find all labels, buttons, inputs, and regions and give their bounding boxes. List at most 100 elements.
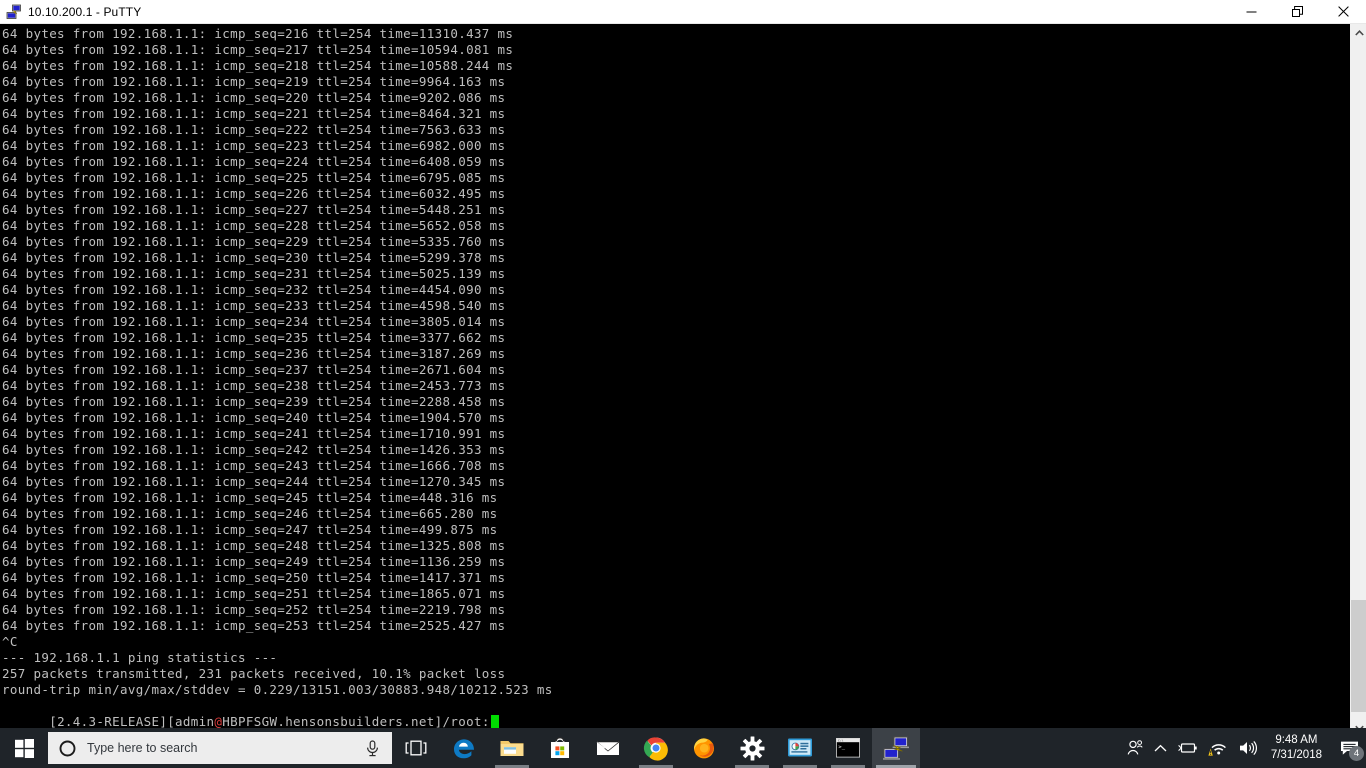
action-center-button[interactable]: 4 — [1332, 728, 1366, 768]
taskbar-item-microsoft-edge[interactable] — [440, 728, 488, 768]
start-button[interactable] — [0, 728, 48, 768]
terminal-line: 64 bytes from 192.168.1.1: icmp_seq=225 … — [2, 170, 506, 185]
terminal-line: 64 bytes from 192.168.1.1: icmp_seq=239 … — [2, 394, 506, 409]
mail-icon — [596, 741, 620, 755]
terminal-line: 64 bytes from 192.168.1.1: icmp_seq=240 … — [2, 410, 506, 425]
taskbar-item-microsoft-store[interactable] — [536, 728, 584, 768]
clock-time: 9:48 AM — [1275, 734, 1318, 746]
taskbar-clock[interactable]: 9:48 AM 7/31/2018 — [1263, 728, 1332, 768]
terminal-line: 64 bytes from 192.168.1.1: icmp_seq=247 … — [2, 522, 498, 537]
microsoft-store-icon — [551, 737, 569, 758]
prompt-prefix: [2.4.3-RELEASE][admin — [49, 714, 215, 729]
terminal-line: 64 bytes from 192.168.1.1: icmp_seq=237 … — [2, 362, 506, 377]
show-hidden-icons-button[interactable] — [1149, 728, 1173, 768]
terminal-line: 64 bytes from 192.168.1.1: icmp_seq=231 … — [2, 266, 506, 281]
taskbar-item-google-chrome[interactable] — [632, 728, 680, 768]
terminal-line: 64 bytes from 192.168.1.1: icmp_seq=217 … — [2, 42, 514, 57]
close-button[interactable] — [1320, 0, 1366, 24]
terminal-line: --- 192.168.1.1 ping statistics --- — [2, 650, 278, 665]
task-view-button[interactable] — [392, 728, 440, 768]
terminal-line: 64 bytes from 192.168.1.1: icmp_seq=248 … — [2, 538, 506, 553]
taskbar-item-mail[interactable] — [584, 728, 632, 768]
speaker-icon[interactable] — [1234, 728, 1263, 768]
terminal-line: 64 bytes from 192.168.1.1: icmp_seq=241 … — [2, 426, 506, 441]
terminal-line: 64 bytes from 192.168.1.1: icmp_seq=220 … — [2, 90, 506, 105]
microsoft-edge-icon — [454, 739, 474, 759]
taskbar-spacer — [920, 728, 1121, 768]
terminal-line: 64 bytes from 192.168.1.1: icmp_seq=224 … — [2, 154, 506, 169]
terminal-line: 64 bytes from 192.168.1.1: icmp_seq=216 … — [2, 26, 514, 41]
terminal-cursor — [490, 715, 499, 728]
terminal-line: 64 bytes from 192.168.1.1: icmp_seq=235 … — [2, 330, 506, 345]
terminal-line: 64 bytes from 192.168.1.1: icmp_seq=221 … — [2, 106, 506, 121]
window-title: 10.10.200.1 - PuTTY — [28, 4, 142, 19]
system-tray: 9:48 AM 7/31/2018 4 — [1121, 728, 1366, 768]
people-icon[interactable] — [1121, 728, 1149, 768]
terminal-line: 64 bytes from 192.168.1.1: icmp_seq=232 … — [2, 282, 506, 297]
terminal-line: round-trip min/avg/max/stddev = 0.229/13… — [2, 682, 553, 697]
taskbar-item-settings[interactable] — [728, 728, 776, 768]
taskbar-item-putty[interactable] — [872, 728, 920, 768]
terminal-line: 64 bytes from 192.168.1.1: icmp_seq=229 … — [2, 234, 506, 249]
svg-text:C:\: C:\ — [838, 739, 844, 743]
terminal-line: 64 bytes from 192.168.1.1: icmp_seq=238 … — [2, 378, 506, 393]
terminal-line: 64 bytes from 192.168.1.1: icmp_seq=253 … — [2, 618, 506, 633]
windows-logo-icon — [14, 738, 34, 758]
search-placeholder-text: Type here to search — [87, 741, 198, 755]
scrollbar-track[interactable] — [1351, 41, 1366, 600]
terminal-line: 64 bytes from 192.168.1.1: icmp_seq=223 … — [2, 138, 506, 153]
terminal-line: ^C — [2, 634, 18, 649]
taskbar-app-buttons: C:\ >_ — [440, 728, 920, 768]
window-titlebar[interactable]: 10.10.200.1 - PuTTY — [0, 0, 1366, 24]
terminal-output-area[interactable]: 64 bytes from 192.168.1.1: icmp_seq=216 … — [0, 24, 1350, 736]
terminal-line: 64 bytes from 192.168.1.1: icmp_seq=242 … — [2, 442, 506, 457]
putty-taskbar-icon — [883, 736, 909, 760]
terminal-line: 64 bytes from 192.168.1.1: icmp_seq=233 … — [2, 298, 506, 313]
terminal-line: 64 bytes from 192.168.1.1: icmp_seq=243 … — [2, 458, 506, 473]
terminal-line: 64 bytes from 192.168.1.1: icmp_seq=249 … — [2, 554, 506, 569]
terminal-line: 64 bytes from 192.168.1.1: icmp_seq=230 … — [2, 250, 506, 265]
command-prompt-icon: C:\ >_ — [836, 738, 860, 758]
windows-taskbar: Type here to search C:\ >_ 9:48 AM 7/31/… — [0, 728, 1366, 768]
notification-badge: 4 — [1349, 746, 1364, 761]
terminal-line: 64 bytes from 192.168.1.1: icmp_seq=244 … — [2, 474, 506, 489]
svg-text:>_: >_ — [838, 745, 845, 751]
clock-date: 7/31/2018 — [1270, 749, 1322, 761]
taskbar-item-command-prompt[interactable]: C:\ >_ — [824, 728, 872, 768]
terminal-line: 64 bytes from 192.168.1.1: icmp_seq=227 … — [2, 202, 506, 217]
taskbar-item-mozilla-firefox[interactable] — [680, 728, 728, 768]
terminal-line: 64 bytes from 192.168.1.1: icmp_seq=222 … — [2, 122, 506, 137]
task-view-icon — [405, 740, 427, 756]
google-chrome-icon — [643, 737, 668, 761]
terminal-line: 64 bytes from 192.168.1.1: icmp_seq=236 … — [2, 346, 506, 361]
file-explorer-icon — [500, 741, 524, 756]
terminal-line: 64 bytes from 192.168.1.1: icmp_seq=251 … — [2, 586, 506, 601]
terminal-prompt-line: [2.4.3-RELEASE][admin@HBPFSGW.hensonsbui… — [2, 698, 1350, 729]
wifi-warning-icon[interactable] — [1203, 728, 1234, 768]
restore-button[interactable] — [1274, 0, 1320, 24]
mozilla-firefox-icon — [693, 738, 714, 759]
terminal-line: 64 bytes from 192.168.1.1: icmp_seq=218 … — [2, 58, 514, 73]
terminal-line: 64 bytes from 192.168.1.1: icmp_seq=245 … — [2, 490, 498, 505]
scrollbar-thumb[interactable] — [1351, 600, 1366, 712]
terminal-line: 64 bytes from 192.168.1.1: icmp_seq=226 … — [2, 186, 506, 201]
terminal-line: 64 bytes from 192.168.1.1: icmp_seq=246 … — [2, 506, 498, 521]
desktop: 10.10.200.1 - PuTTY 64 bytes from 192.16… — [0, 0, 1366, 768]
battery-icon[interactable] — [1173, 728, 1203, 768]
terminal-line: 64 bytes from 192.168.1.1: icmp_seq=219 … — [2, 74, 506, 89]
putty-icon — [6, 4, 21, 19]
taskbar-item-remote-desktop[interactable] — [776, 728, 824, 768]
terminal-line: 64 bytes from 192.168.1.1: icmp_seq=252 … — [2, 602, 506, 617]
search-input[interactable]: Type here to search — [48, 732, 392, 764]
taskbar-item-file-explorer[interactable] — [488, 728, 536, 768]
terminal-line: 64 bytes from 192.168.1.1: icmp_seq=228 … — [2, 218, 506, 233]
gear-icon — [740, 736, 764, 760]
scrollbar-up-arrow[interactable] — [1351, 24, 1366, 41]
remote-desktop-icon — [788, 738, 812, 757]
cortana-icon[interactable] — [59, 740, 76, 757]
minimize-button[interactable] — [1228, 0, 1274, 24]
microphone-icon[interactable] — [365, 739, 380, 757]
terminal-line: 64 bytes from 192.168.1.1: icmp_seq=234 … — [2, 314, 506, 329]
terminal-scrollbar[interactable] — [1350, 24, 1366, 736]
prompt-suffix: HBPFSGW.hensonsbuilders.net]/root: — [222, 714, 490, 729]
